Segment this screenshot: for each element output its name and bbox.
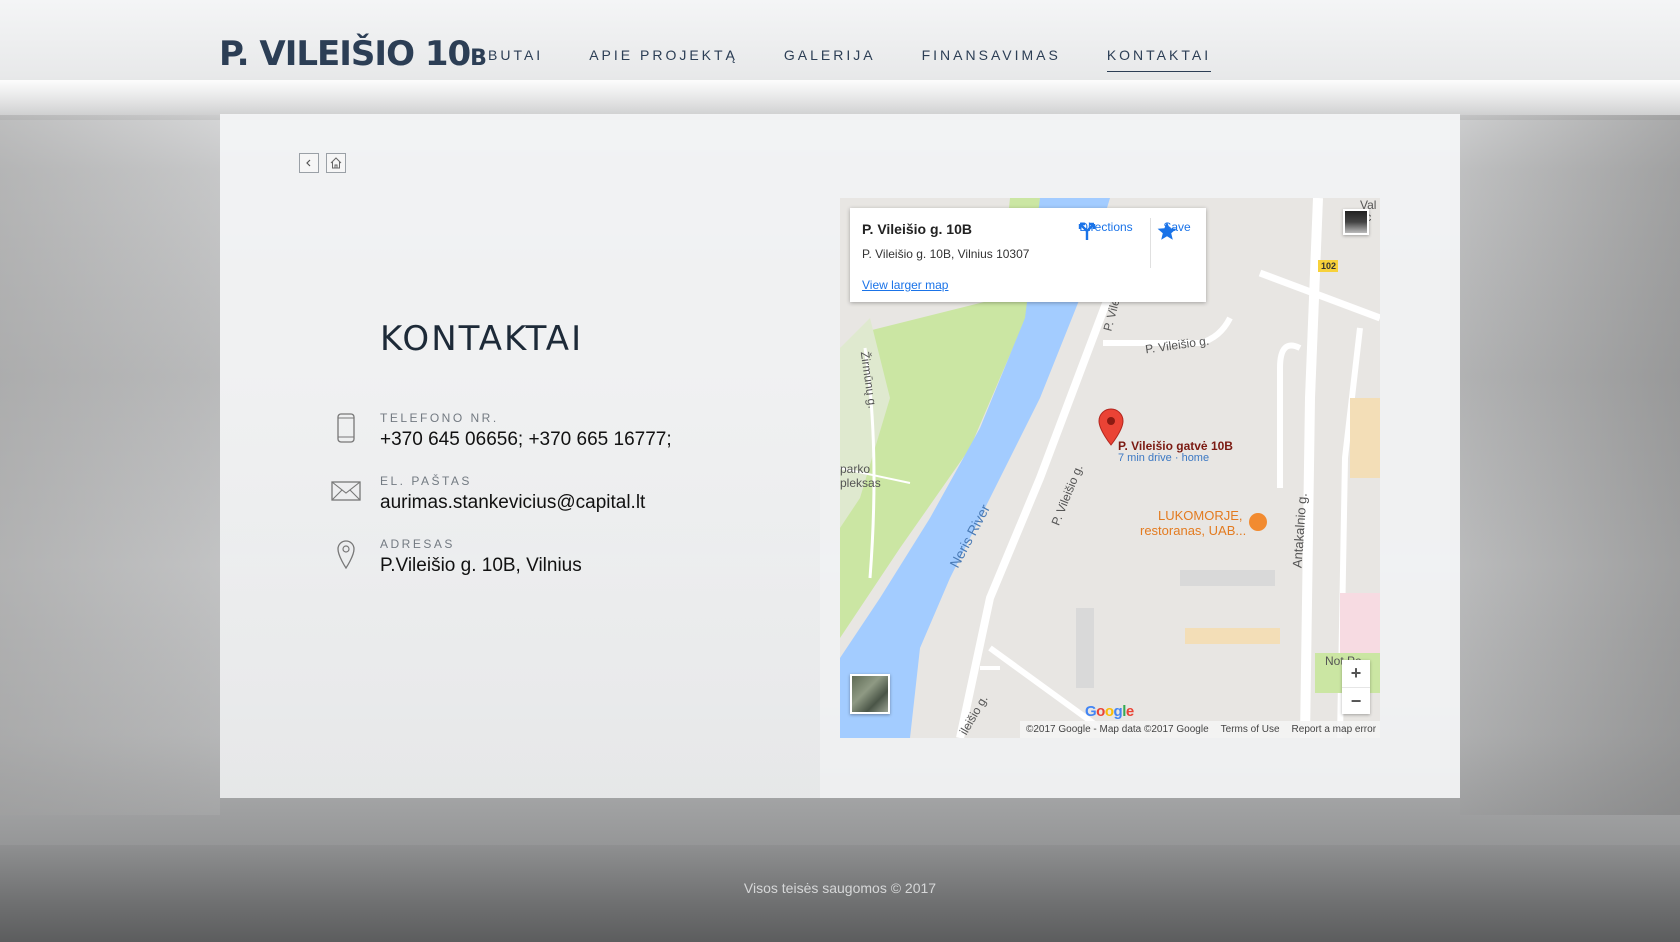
page-title: KONTAKTAI: [380, 319, 584, 359]
nav-butai[interactable]: BUTAI: [488, 47, 543, 72]
star-icon: [1157, 222, 1177, 240]
map-attribution: ©2017 Google - Map data ©2017 Google Ter…: [1020, 721, 1380, 738]
nav-finansavimas[interactable]: FINANSAVIMAS: [922, 47, 1061, 72]
email-value[interactable]: aurimas.stankevicius@capital.lt: [380, 492, 645, 514]
site-footer: Visos teisės saugomos © 2017: [0, 880, 1680, 896]
directions-button[interactable]: Directions: [1076, 220, 1136, 240]
address-value: P.Vileišio g. 10B, Vilnius: [380, 555, 582, 576]
infobox-address: P. Vileišio g. 10B, Vilnius 10307: [862, 247, 1030, 261]
nav-galerija[interactable]: GALERIJA: [784, 47, 876, 72]
save-button[interactable]: Save: [1156, 220, 1198, 240]
logo-text: P. VILEIŠIO 10: [219, 34, 471, 74]
logo-suffix: B: [470, 46, 487, 71]
road-badge: 102: [1321, 261, 1337, 271]
chevron-left-icon: [306, 159, 311, 167]
content-panel: KONTAKTAI TELEFONO NR. +370 645 06656; +…: [220, 114, 1460, 798]
marker-subtitle: 7 min drive · home: [1118, 452, 1210, 464]
restaurant-label-2: restoranas, UAB...: [1140, 523, 1247, 538]
address-label: ADRESAS: [380, 537, 455, 551]
zoom-controls: + −: [1342, 660, 1370, 714]
back-button[interactable]: [299, 153, 319, 173]
satellite-toggle-button[interactable]: [850, 674, 890, 714]
map-infobox: P. Vileišio g. 10B P. Vileišio g. 10B, V…: [850, 208, 1206, 302]
map-copyright: ©2017 Google - Map data ©2017 Google: [1026, 724, 1209, 735]
site-logo[interactable]: P. VILEIŠIO 10B: [219, 34, 487, 74]
view-larger-map-link[interactable]: View larger map: [862, 278, 948, 292]
directions-icon: [1078, 222, 1096, 240]
google-logo: Google: [1085, 703, 1134, 720]
home-button[interactable]: [326, 153, 346, 173]
infobox-divider: [1150, 218, 1151, 268]
background-blur-right: [1460, 115, 1680, 815]
restaurant-label: LUKOMORJE,: [1158, 508, 1243, 523]
email-label: EL. PAŠTAS: [380, 474, 472, 488]
zoom-in-button[interactable]: +: [1342, 660, 1370, 687]
report-map-error-link[interactable]: Report a map error: [1292, 724, 1376, 735]
phone-label: TELEFONO NR.: [380, 411, 499, 425]
home-icon: [330, 157, 342, 169]
envelope-icon: [330, 474, 362, 508]
park-label-1: parko: [840, 462, 871, 476]
phone-icon: [330, 411, 362, 445]
marker-title: P. Vileišio gatvė 10B: [1118, 439, 1233, 453]
user-avatar[interactable]: [1343, 209, 1369, 235]
background-blur-left: [0, 115, 220, 815]
google-map[interactable]: P. Vileišio gatvė 10B 7 min drive · home…: [840, 198, 1380, 738]
restaurant-marker: [1249, 513, 1267, 531]
infobox-title: P. Vileišio g. 10B: [862, 221, 972, 237]
nav-kontaktai[interactable]: KONTAKTAI: [1106, 47, 1212, 72]
park-label-2: pleksas: [840, 476, 881, 490]
terms-of-use-link[interactable]: Terms of Use: [1221, 724, 1280, 735]
site-header: P. VILEIŠIO 10B BUTAI APIE PROJEKTĄ GALE…: [0, 0, 1680, 110]
nav-apie-projekta[interactable]: APIE PROJEKTĄ: [589, 47, 738, 72]
main-nav: BUTAI APIE PROJEKTĄ GALERIJA FINANSAVIMA…: [488, 47, 1257, 72]
location-pin-icon: [330, 537, 362, 571]
phone-value[interactable]: +370 645 06656; +370 665 16777;: [380, 429, 672, 451]
zoom-out-button[interactable]: −: [1342, 688, 1370, 715]
footer-copyright: Visos teisės saugomos © 2017: [743, 880, 937, 896]
